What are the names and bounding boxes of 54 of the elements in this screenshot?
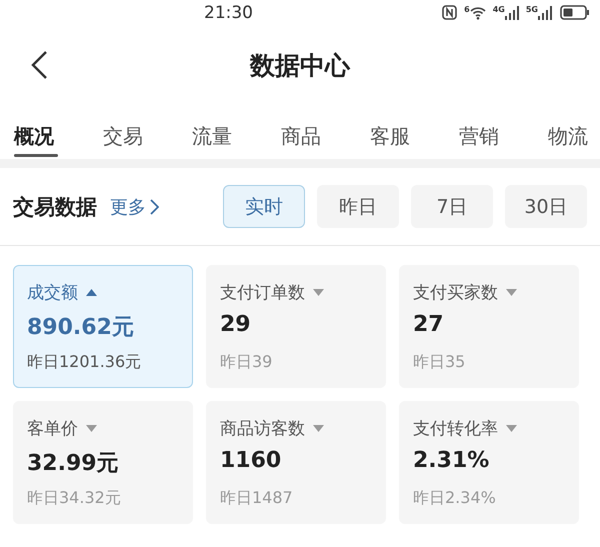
wifi-icon — [470, 6, 486, 20]
triangle-up-icon — [86, 288, 97, 296]
metric-label: 支付转化率 — [413, 418, 498, 440]
tab[interactable]: 交易 — [103, 105, 147, 159]
section-title: 交易数据 — [13, 194, 97, 220]
clock-time: 21:30 — [204, 2, 254, 22]
triangle-down-icon — [313, 288, 324, 296]
metric-value: 1160 — [220, 448, 282, 473]
previous-value: 昨日2.34% — [413, 488, 496, 507]
metric-card[interactable]: 成交额 890.62元 昨日1201.36元 — [13, 265, 193, 388]
metric-label: 支付订单数 — [220, 282, 305, 304]
metric-label: 支付买家数 — [413, 282, 498, 304]
metric-value: 890.62元 — [27, 315, 134, 340]
signal-icon — [504, 6, 519, 20]
signal-icon — [538, 6, 552, 20]
battery-icon — [560, 5, 590, 20]
metric-value: 32.99元 — [27, 451, 119, 476]
network-label: 4G — [492, 6, 505, 14]
previous-value: 昨日35 — [413, 352, 466, 371]
metric-card[interactable]: 支付转化率 2.31% 昨日2.34% — [399, 401, 579, 524]
period-tab[interactable]: 昨日 — [317, 185, 399, 228]
metric-value: 27 — [413, 312, 444, 337]
metric-label: 客单价 — [27, 418, 78, 440]
triangle-down-icon — [86, 424, 97, 432]
previous-value: 昨日39 — [220, 352, 272, 371]
metric-card[interactable]: 商品访客数 1160 昨日1487 — [206, 401, 386, 524]
metric-value: 29 — [220, 312, 251, 337]
triangle-down-icon — [506, 288, 517, 296]
chevron-right-icon — [150, 198, 159, 214]
wifi-band-label: 6 — [464, 6, 470, 14]
metric-card[interactable]: 支付买家数 27 昨日35 — [399, 265, 579, 388]
tab[interactable]: 商品 — [281, 105, 325, 159]
tab[interactable]: 物流 — [548, 105, 592, 159]
triangle-down-icon — [506, 424, 517, 432]
previous-value: 昨日34.32元 — [27, 488, 121, 507]
more-link[interactable]: 更多 — [110, 194, 159, 218]
tab[interactable]: 营销 — [459, 105, 503, 159]
metric-label: 成交额 — [27, 282, 78, 304]
period-tab[interactable]: 实时 — [223, 185, 305, 228]
tab[interactable]: 流量 — [192, 105, 236, 159]
period-tab[interactable]: 7日 — [411, 185, 493, 228]
triangle-down-icon — [313, 424, 324, 432]
metric-label: 商品访客数 — [220, 418, 305, 440]
nfc-icon — [442, 5, 458, 20]
metric-card[interactable]: 客单价 32.99元 昨日34.32元 — [13, 401, 193, 524]
tab[interactable]: 概况 — [14, 105, 58, 159]
tab[interactable]: 客服 — [370, 105, 414, 159]
page-title: 数据中心 — [250, 50, 350, 82]
period-tab[interactable]: 30日 — [505, 185, 587, 228]
metric-value: 2.31% — [413, 448, 490, 473]
network-label: 5G — [526, 6, 538, 14]
metric-card[interactable]: 支付订单数 29 昨日39 — [206, 265, 386, 388]
previous-value: 昨日1487 — [220, 488, 293, 507]
previous-value: 昨日1201.36元 — [27, 352, 142, 371]
